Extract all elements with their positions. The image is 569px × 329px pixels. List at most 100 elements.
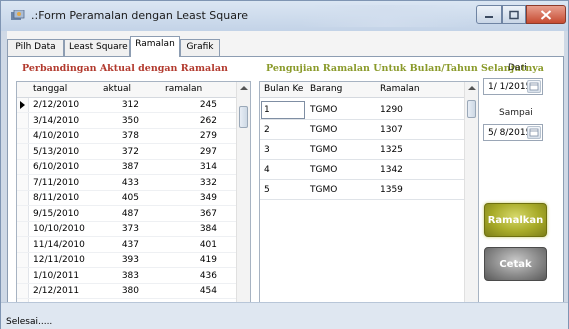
calendar-dropdown-button[interactable] bbox=[527, 80, 541, 93]
comparison-grid[interactable]: tanggal aktual ramalan 2/12/2010 312 245 3/… bbox=[16, 81, 251, 313]
tab-grafik[interactable]: Grafik bbox=[180, 39, 220, 56]
cell-tanggal[interactable]: 2/12/2011 bbox=[33, 286, 79, 296]
table-row[interactable]: 2/12/2010 312 245 bbox=[17, 98, 250, 113]
calendar-dropdown-button[interactable] bbox=[527, 126, 541, 139]
cell-tanggal[interactable]: 4/10/2010 bbox=[33, 131, 79, 141]
col-barang[interactable]: Barang bbox=[310, 84, 342, 94]
cell-aktual[interactable]: 372 bbox=[117, 147, 139, 157]
cell-ramalan[interactable]: 367 bbox=[195, 209, 217, 219]
cell-ramalan[interactable]: 314 bbox=[195, 162, 217, 172]
cell-bulan-ke[interactable]: 3 bbox=[264, 145, 270, 155]
table-row[interactable]: 4 TGMO 1342 bbox=[260, 160, 478, 180]
ramalkan-button[interactable]: Ramalkan bbox=[484, 203, 547, 237]
tab-least-square[interactable]: Least Square bbox=[64, 39, 130, 56]
table-row[interactable]: 9/15/2010 487 367 bbox=[17, 207, 250, 222]
comparison-scrollbar[interactable] bbox=[236, 82, 250, 312]
cell-tanggal[interactable]: 6/10/2010 bbox=[33, 162, 79, 172]
cell-ramalan[interactable]: 384 bbox=[195, 224, 217, 234]
cell-ramalan[interactable]: 401 bbox=[195, 240, 217, 250]
cell-aktual[interactable]: 405 bbox=[117, 193, 139, 203]
cell-ramalan[interactable]: 262 bbox=[195, 116, 217, 126]
cell-bulan-ke[interactable]: 1 bbox=[264, 105, 270, 115]
table-row[interactable]: 3/14/2010 350 262 bbox=[17, 114, 250, 129]
table-row[interactable]: 11/14/2010 437 401 bbox=[17, 238, 250, 253]
cell-ramalan[interactable]: 332 bbox=[195, 178, 217, 188]
cell-ramalan-forecast[interactable]: 1359 bbox=[380, 185, 403, 195]
cell-ramalan-forecast[interactable]: 1325 bbox=[380, 145, 403, 155]
cell-bulan-ke[interactable]: 5 bbox=[264, 185, 270, 195]
cell-aktual[interactable]: 387 bbox=[117, 162, 139, 172]
forecast-grid[interactable]: Bulan Ke Barang Ramalan 1 TGMO 1290 2 TGMO 13… bbox=[259, 81, 479, 313]
scroll-up-icon[interactable] bbox=[240, 86, 248, 90]
col-ramalan[interactable]: ramalan bbox=[165, 84, 202, 94]
cell-ramalan[interactable]: 297 bbox=[195, 147, 217, 157]
cetak-button[interactable]: Cetak bbox=[484, 247, 547, 281]
scroll-thumb[interactable] bbox=[467, 100, 476, 118]
title-bar[interactable]: .:Form Peramalan dengan Least Square bbox=[1, 1, 568, 31]
cell-aktual[interactable]: 378 bbox=[117, 131, 139, 141]
cell-ramalan[interactable]: 245 bbox=[195, 100, 217, 110]
table-row[interactable]: 1/10/2011 383 436 bbox=[17, 269, 250, 284]
cell-aktual[interactable]: 380 bbox=[117, 286, 139, 296]
cell-ramalan[interactable]: 436 bbox=[195, 271, 217, 281]
cell-tanggal[interactable]: 11/14/2010 bbox=[33, 240, 85, 250]
cell-ramalan[interactable]: 454 bbox=[195, 286, 217, 296]
cell-tanggal[interactable]: 5/13/2010 bbox=[33, 147, 79, 157]
cell-tanggal[interactable]: 3/14/2010 bbox=[33, 116, 79, 126]
table-row[interactable]: 10/10/2010 373 384 bbox=[17, 222, 250, 237]
cell-ramalan[interactable]: 419 bbox=[195, 255, 217, 265]
dari-date-picker[interactable]: 1/ 1/2015 bbox=[483, 78, 543, 95]
cell-barang[interactable]: TGMO bbox=[310, 145, 337, 155]
table-row[interactable]: 7/11/2010 433 332 bbox=[17, 176, 250, 191]
cell-tanggal[interactable]: 8/11/2010 bbox=[33, 193, 79, 203]
table-row[interactable]: 1 TGMO 1290 bbox=[260, 100, 478, 120]
table-row[interactable]: 6/10/2010 387 314 bbox=[17, 160, 250, 175]
cell-aktual[interactable]: 433 bbox=[117, 178, 139, 188]
cell-tanggal[interactable]: 1/10/2011 bbox=[33, 271, 79, 281]
cell-tanggal[interactable]: 7/11/2010 bbox=[33, 178, 79, 188]
table-row[interactable]: 5 TGMO 1359 bbox=[260, 180, 478, 200]
cell-tanggal[interactable]: 9/15/2010 bbox=[33, 209, 79, 219]
cell-barang[interactable]: TGMO bbox=[310, 165, 337, 175]
table-row[interactable]: 3 TGMO 1325 bbox=[260, 140, 478, 160]
table-row[interactable]: 4/10/2010 378 279 bbox=[17, 129, 250, 144]
cell-ramalan[interactable]: 349 bbox=[195, 193, 217, 203]
cell-ramalan[interactable]: 279 bbox=[195, 131, 217, 141]
cell-ramalan-forecast[interactable]: 1290 bbox=[380, 105, 403, 115]
cell-barang[interactable]: TGMO bbox=[310, 125, 337, 135]
tab-ramalan[interactable]: Ramalan bbox=[130, 36, 180, 57]
cell-bulan-ke[interactable]: 2 bbox=[264, 125, 270, 135]
table-row[interactable]: 8/11/2010 405 349 bbox=[17, 191, 250, 206]
cell-aktual[interactable]: 312 bbox=[117, 100, 139, 110]
cell-barang[interactable]: TGMO bbox=[310, 185, 337, 195]
cell-aktual[interactable]: 350 bbox=[117, 116, 139, 126]
cell-ramalan-forecast[interactable]: 1342 bbox=[380, 165, 403, 175]
cell-aktual[interactable]: 373 bbox=[117, 224, 139, 234]
sampai-date-picker[interactable]: 5/ 8/2015 bbox=[483, 124, 543, 141]
cell-barang[interactable]: TGMO bbox=[310, 105, 337, 115]
scroll-up-icon[interactable] bbox=[468, 86, 476, 90]
table-row[interactable]: 2/12/2011 380 454 bbox=[17, 284, 250, 299]
cell-aktual[interactable]: 393 bbox=[117, 255, 139, 265]
col-aktual[interactable]: aktual bbox=[103, 84, 131, 94]
cell-aktual[interactable]: 487 bbox=[117, 209, 139, 219]
scroll-thumb[interactable] bbox=[239, 106, 248, 128]
maximize-button[interactable] bbox=[502, 5, 526, 24]
col-tanggal[interactable]: tanggal bbox=[33, 84, 67, 94]
minimize-button[interactable] bbox=[476, 5, 502, 24]
table-row[interactable]: 5/13/2010 372 297 bbox=[17, 145, 250, 160]
cell-aktual[interactable]: 437 bbox=[117, 240, 139, 250]
col-ramalan-forecast[interactable]: Ramalan bbox=[380, 84, 420, 94]
cell-tanggal[interactable]: 10/10/2010 bbox=[33, 224, 85, 234]
cell-aktual[interactable]: 383 bbox=[117, 271, 139, 281]
cell-tanggal[interactable]: 2/12/2010 bbox=[33, 100, 79, 110]
table-row[interactable]: 2 TGMO 1307 bbox=[260, 120, 478, 140]
cell-tanggal[interactable]: 12/11/2010 bbox=[33, 255, 85, 265]
close-button[interactable] bbox=[526, 5, 566, 24]
cell-bulan-ke[interactable]: 4 bbox=[264, 165, 270, 175]
table-row[interactable]: 12/11/2010 393 419 bbox=[17, 253, 250, 268]
col-bulan-ke[interactable]: Bulan Ke bbox=[264, 84, 303, 94]
forecast-scrollbar[interactable] bbox=[464, 82, 478, 312]
tab-pilh-data[interactable]: Pilh Data bbox=[7, 39, 64, 56]
cell-ramalan-forecast[interactable]: 1307 bbox=[380, 125, 403, 135]
